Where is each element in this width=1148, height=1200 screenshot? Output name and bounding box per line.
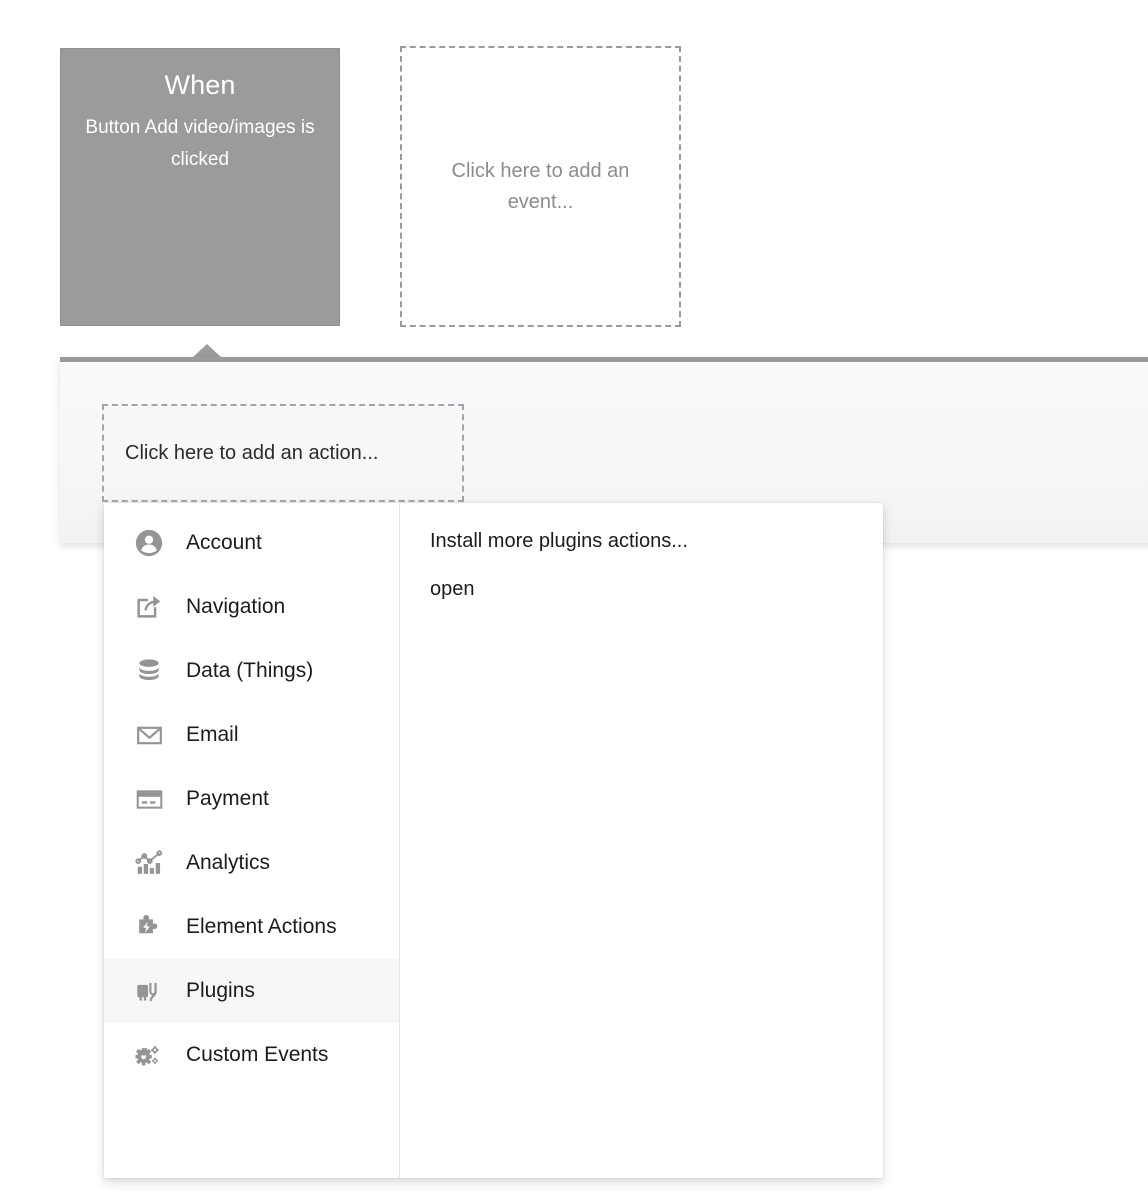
menu-item-label: Element Actions bbox=[186, 915, 337, 939]
add-action-placeholder-label: Click here to add an action... bbox=[125, 442, 379, 464]
menu-item-label: Account bbox=[186, 531, 262, 555]
add-event-placeholder-label: Click here to add an event... bbox=[451, 159, 630, 213]
menu-item-element-actions[interactable]: Element Actions bbox=[104, 895, 399, 959]
database-icon bbox=[132, 654, 166, 688]
menu-item-label: Custom Events bbox=[186, 1043, 329, 1067]
menu-item-plugins[interactable]: Plugins bbox=[104, 959, 399, 1023]
analytics-chart-icon bbox=[132, 846, 166, 880]
menu-item-label: Email bbox=[186, 723, 239, 747]
menu-item-account[interactable]: Account bbox=[104, 511, 399, 575]
menu-item-label: Data (Things) bbox=[186, 659, 314, 683]
menu-item-label: Analytics bbox=[186, 851, 271, 875]
plug-icon bbox=[132, 974, 166, 1008]
action-category-list: Account Navigation Data (Things) Email P… bbox=[104, 503, 400, 1178]
add-event-placeholder-box[interactable]: Click here to add an event... bbox=[400, 46, 681, 327]
when-card-title: When bbox=[164, 70, 236, 100]
action-category-dropdown: Account Navigation Data (Things) Email P… bbox=[104, 503, 883, 1178]
menu-item-data-things[interactable]: Data (Things) bbox=[104, 639, 399, 703]
menu-item-email[interactable]: Email bbox=[104, 703, 399, 767]
puzzle-bolt-icon bbox=[132, 910, 166, 944]
envelope-icon bbox=[132, 718, 166, 752]
menu-item-label: Payment bbox=[186, 787, 269, 811]
account-icon bbox=[132, 526, 166, 560]
panel-pointer-triangle bbox=[192, 344, 222, 358]
menu-item-label: Navigation bbox=[186, 595, 286, 619]
menu-item-payment[interactable]: Payment bbox=[104, 767, 399, 831]
gears-icon bbox=[132, 1038, 166, 1072]
detail-item-install-more-plugins[interactable]: Install more plugins actions... bbox=[430, 517, 883, 565]
navigation-icon bbox=[132, 590, 166, 624]
when-event-card[interactable]: When Button Add video/images is clicked bbox=[60, 48, 340, 326]
menu-item-label: Plugins bbox=[186, 979, 255, 1003]
menu-item-custom-events[interactable]: Custom Events bbox=[104, 1023, 399, 1087]
workflow-canvas: When Button Add video/images is clicked … bbox=[0, 0, 1148, 1200]
menu-item-analytics[interactable]: Analytics bbox=[104, 831, 399, 895]
action-detail-list: Install more plugins actions... open bbox=[400, 503, 883, 1178]
menu-item-navigation[interactable]: Navigation bbox=[104, 575, 399, 639]
when-card-subtitle: Button Add video/images is clicked bbox=[85, 116, 315, 170]
detail-item-open[interactable]: open bbox=[430, 565, 883, 613]
credit-card-icon bbox=[132, 782, 166, 816]
add-action-placeholder-box[interactable]: Click here to add an action... bbox=[102, 404, 464, 502]
